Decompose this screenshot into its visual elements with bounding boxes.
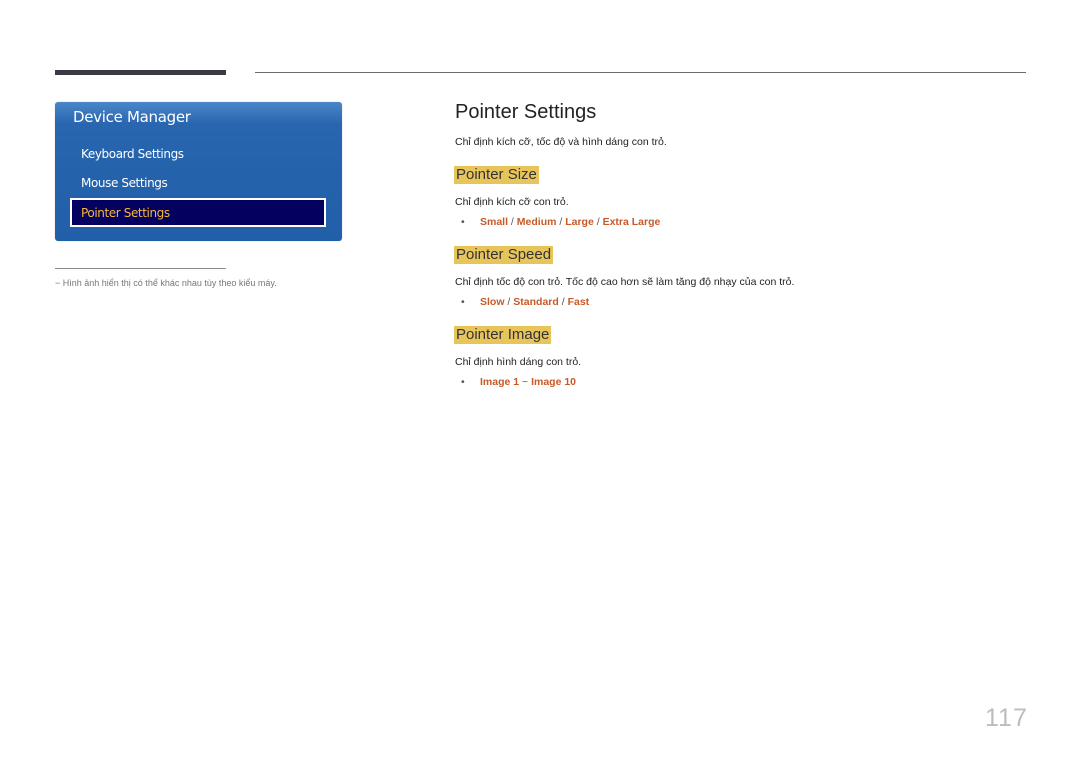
page-number: 117 bbox=[985, 704, 1028, 732]
header-rule-thick bbox=[55, 70, 226, 75]
option-image-10[interactable]: Image 10 bbox=[531, 376, 576, 388]
option-small[interactable]: Small bbox=[480, 216, 508, 228]
page-description: Chỉ định kích cỡ, tốc độ và hình dáng co… bbox=[455, 136, 667, 148]
option-large[interactable]: Large bbox=[565, 216, 594, 228]
bullet-icon: • bbox=[461, 376, 465, 388]
separator: / bbox=[556, 216, 566, 228]
options-pointer-speed: • Slow / Standard / Fast bbox=[461, 296, 589, 308]
section-description-pointer-speed: Chỉ định tốc độ con trỏ. Tốc độ cao hơn … bbox=[455, 276, 795, 288]
bullet-icon: • bbox=[461, 216, 465, 228]
option-standard[interactable]: Standard bbox=[513, 296, 559, 308]
option-fast[interactable]: Fast bbox=[568, 296, 590, 308]
range-separator: ~ bbox=[519, 376, 532, 388]
menu-title: Device Manager bbox=[73, 108, 191, 126]
option-image-1[interactable]: Image 1 bbox=[480, 376, 519, 388]
separator: / bbox=[508, 216, 517, 228]
option-slow[interactable]: Slow bbox=[480, 296, 505, 308]
option-medium[interactable]: Medium bbox=[517, 216, 557, 228]
section-heading-pointer-image: Pointer Image bbox=[454, 326, 552, 344]
footnote-divider bbox=[55, 268, 226, 269]
footnote: − Hình ảnh hiển thị có thể khác nhau tùy… bbox=[55, 278, 277, 288]
separator: / bbox=[593, 216, 603, 228]
menu-item-mouse-settings[interactable]: Mouse Settings bbox=[81, 176, 168, 190]
menu-item-pointer-settings[interactable]: Pointer Settings bbox=[70, 198, 326, 227]
section-description-pointer-image: Chỉ định hình dáng con trỏ. bbox=[455, 356, 582, 368]
menu-item-keyboard-settings[interactable]: Keyboard Settings bbox=[81, 147, 184, 161]
header-rule-thin bbox=[255, 72, 1026, 73]
separator: / bbox=[558, 296, 568, 308]
section-heading-pointer-speed: Pointer Speed bbox=[454, 246, 554, 264]
options-pointer-image: • Image 1 ~ Image 10 bbox=[461, 376, 576, 388]
section-description-pointer-size: Chỉ định kích cỡ con trỏ. bbox=[455, 196, 569, 208]
section-heading-pointer-size: Pointer Size bbox=[454, 166, 539, 184]
option-extra-large[interactable]: Extra Large bbox=[603, 216, 661, 228]
menu-item-label: Pointer Settings bbox=[81, 206, 170, 220]
bullet-icon: • bbox=[461, 296, 465, 308]
separator: / bbox=[504, 296, 514, 308]
options-pointer-size: • Small / Medium / Large / Extra Large bbox=[461, 216, 660, 228]
page-title: Pointer Settings bbox=[455, 101, 597, 123]
device-manager-menu: Device Manager Keyboard Settings Mouse S… bbox=[55, 102, 342, 241]
